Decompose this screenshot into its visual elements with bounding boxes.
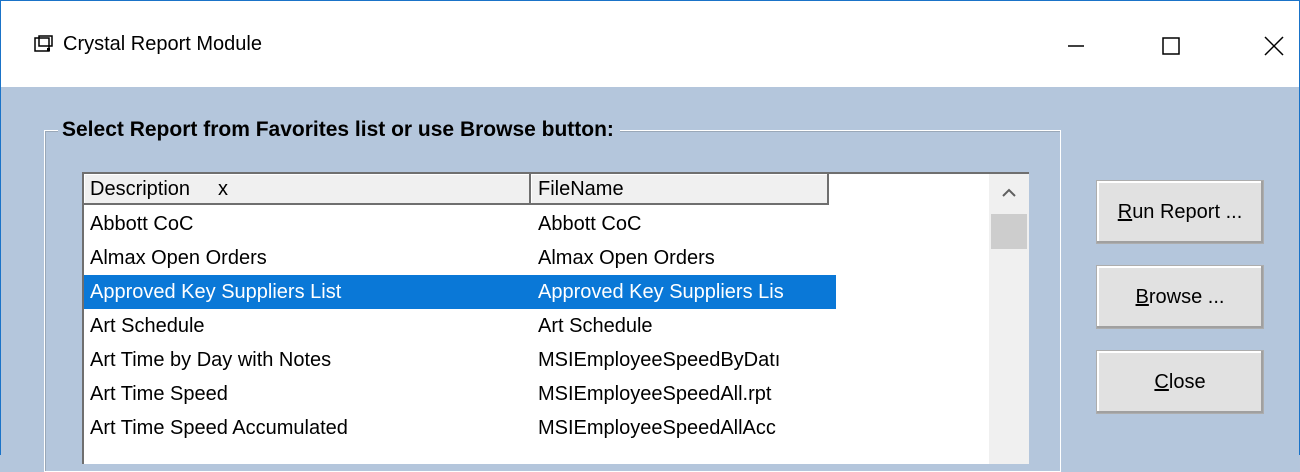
list-item[interactable]: Art Time Speed Accumulated MSIEmployeeSpe…	[84, 411, 838, 445]
close-window-button[interactable]	[1249, 21, 1299, 71]
browse-button[interactable]: Browse ...	[1096, 265, 1264, 329]
list-item-filename: Abbott CoC	[538, 213, 642, 235]
column-header-filename[interactable]: FileName	[531, 174, 829, 205]
browse-label: rowse ...	[1148, 285, 1225, 308]
list-item-filename: MSIEmployeeSpeedAllAcc	[538, 417, 776, 439]
chevron-up-icon	[1002, 188, 1016, 197]
minimize-button[interactable]	[1051, 21, 1101, 71]
column-header-description[interactable]: Description x	[84, 174, 531, 205]
maximize-button[interactable]	[1146, 21, 1196, 71]
run-report-button[interactable]: Run Report ...	[1096, 180, 1264, 244]
browse-accel: B	[1135, 285, 1149, 308]
minimize-icon	[1068, 45, 1084, 47]
close-accel: C	[1154, 370, 1169, 393]
report-listview[interactable]: Description x FileName Abbott CoC Abbott C…	[82, 172, 1029, 464]
list-item[interactable]: Almax Open Orders Almax Open Orders	[84, 241, 838, 275]
groupbox-legend: Select Report from Favorites list or use…	[58, 118, 620, 142]
list-item[interactable]: Art Schedule Art Schedule	[84, 309, 838, 343]
scroll-thumb[interactable]	[991, 214, 1027, 249]
column-header-description-label: Description	[90, 178, 191, 200]
vertical-scrollbar[interactable]	[989, 174, 1029, 464]
list-item-filename: Approved Key Suppliers Lis	[538, 281, 784, 303]
scroll-up-button[interactable]	[989, 174, 1029, 212]
app-icon	[34, 35, 53, 52]
list-item[interactable]: Abbott CoC Abbott CoC	[84, 207, 838, 241]
list-item-filename: Art Schedule	[538, 315, 653, 337]
close-button[interactable]: Close	[1096, 350, 1264, 414]
sort-marker: x	[218, 178, 229, 200]
list-item-description: Art Time Speed Accumulated	[90, 417, 348, 439]
list-item[interactable]: Art Time Speed MSIEmployeeSpeedAll.rpt	[84, 377, 838, 411]
list-item-filename: MSIEmployeeSpeedByDatı	[538, 349, 781, 371]
list-item-filename: Almax Open Orders	[538, 247, 715, 269]
list-item-description: Art Time Speed	[90, 383, 228, 405]
list-item-description: Abbott CoC	[90, 213, 194, 235]
run-report-accel: R	[1117, 200, 1133, 223]
list-item-filename: MSIEmployeeSpeedAll.rpt	[538, 383, 772, 405]
window-title: Crystal Report Module	[63, 33, 262, 55]
maximize-icon	[1162, 37, 1180, 55]
run-report-label: un Report ...	[1132, 200, 1243, 223]
close-icon	[1264, 36, 1284, 56]
close-label: lose	[1168, 370, 1206, 393]
list-item-description: Almax Open Orders	[90, 247, 267, 269]
list-item-description: Art Time by Day with Notes	[90, 349, 332, 371]
list-item-description: Approved Key Suppliers List	[90, 281, 342, 303]
list-item[interactable]: Approved Key Suppliers List Approved Key …	[84, 275, 836, 309]
list-item-description: Art Schedule	[90, 315, 205, 337]
list-item[interactable]: Art Time by Day with Notes MSIEmployeeSpe…	[84, 343, 838, 377]
title-bar[interactable]: Crystal Report Module	[1, 1, 1299, 87]
